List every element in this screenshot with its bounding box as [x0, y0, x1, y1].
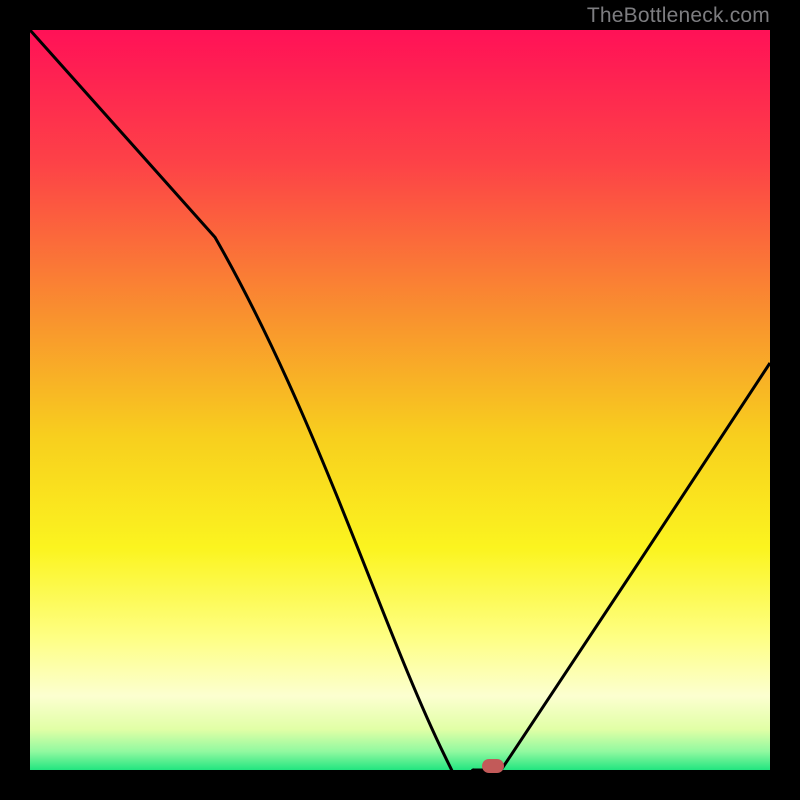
gradient-background — [30, 30, 770, 770]
attribution-text: TheBottleneck.com — [587, 4, 770, 28]
optimum-marker — [482, 759, 504, 773]
plot-area — [30, 30, 770, 770]
chart-svg — [30, 30, 770, 770]
chart-frame: TheBottleneck.com — [0, 0, 800, 800]
